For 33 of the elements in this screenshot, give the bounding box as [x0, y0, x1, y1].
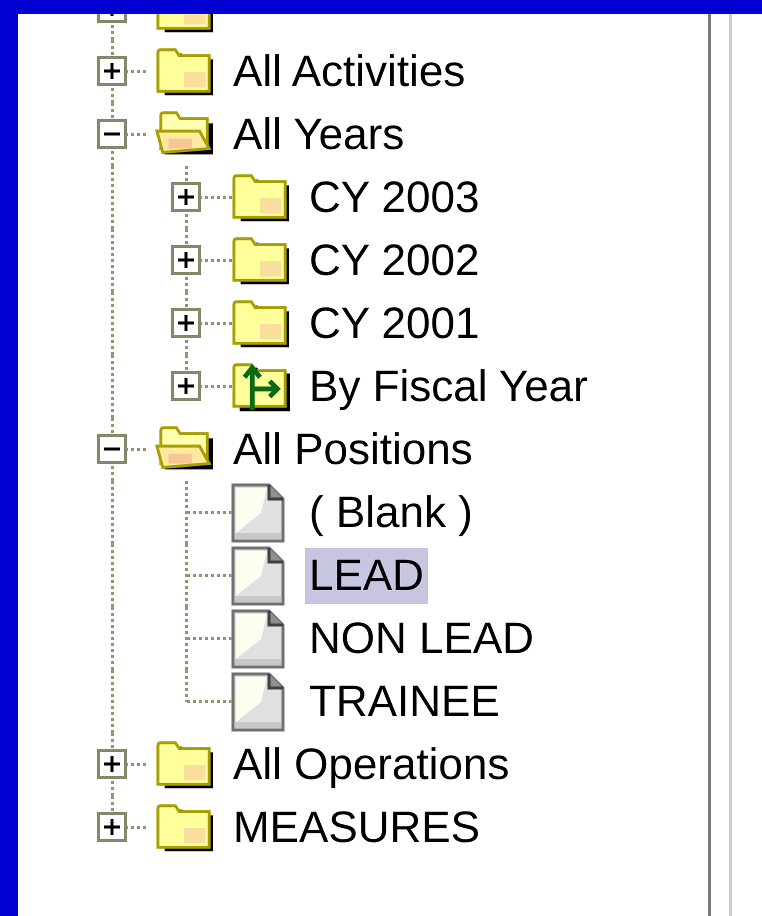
- document-icon: [231, 546, 285, 606]
- tree-item[interactable]: TRAINEE: [305, 674, 504, 730]
- tree-item[interactable]: All Positions: [229, 422, 477, 478]
- tree-item[interactable]: By Fiscal Year: [305, 358, 592, 414]
- tree-item[interactable]: NON LEAD: [305, 610, 538, 666]
- document-icon: [231, 608, 285, 668]
- tree-item[interactable]: LEAD: [305, 548, 428, 604]
- folder-icon: [155, 802, 215, 854]
- tree-item[interactable]: All Operations: [229, 736, 514, 792]
- expand-button[interactable]: [97, 812, 127, 842]
- folder-icon: [155, 738, 215, 790]
- collapse-button[interactable]: [97, 119, 127, 149]
- folder-icon: [231, 234, 291, 286]
- tree-item[interactable]: All Activities: [229, 44, 470, 100]
- tree-item[interactable]: CY 2002: [305, 232, 484, 288]
- tree-item[interactable]: MEASURES: [229, 800, 484, 856]
- collapse-button[interactable]: [97, 434, 127, 464]
- folder-arrows-icon: [231, 360, 291, 412]
- document-icon: [231, 482, 285, 542]
- expand-button[interactable]: [171, 245, 201, 275]
- expand-button[interactable]: [97, 749, 127, 779]
- expand-button[interactable]: [171, 308, 201, 338]
- folder-icon: [231, 172, 291, 224]
- folder-icon: [231, 298, 291, 350]
- tree-item[interactable]: ( Blank ): [305, 484, 477, 540]
- tree-item[interactable]: CY 2001: [305, 296, 484, 352]
- tree-item[interactable]: All Years: [229, 106, 408, 162]
- expand-button[interactable]: [171, 371, 201, 401]
- folder-icon: [155, 46, 215, 98]
- expand-button[interactable]: [171, 182, 201, 212]
- expand-button[interactable]: [97, 56, 127, 86]
- document-icon: [231, 672, 285, 732]
- tree-item[interactable]: CY 2003: [305, 170, 484, 226]
